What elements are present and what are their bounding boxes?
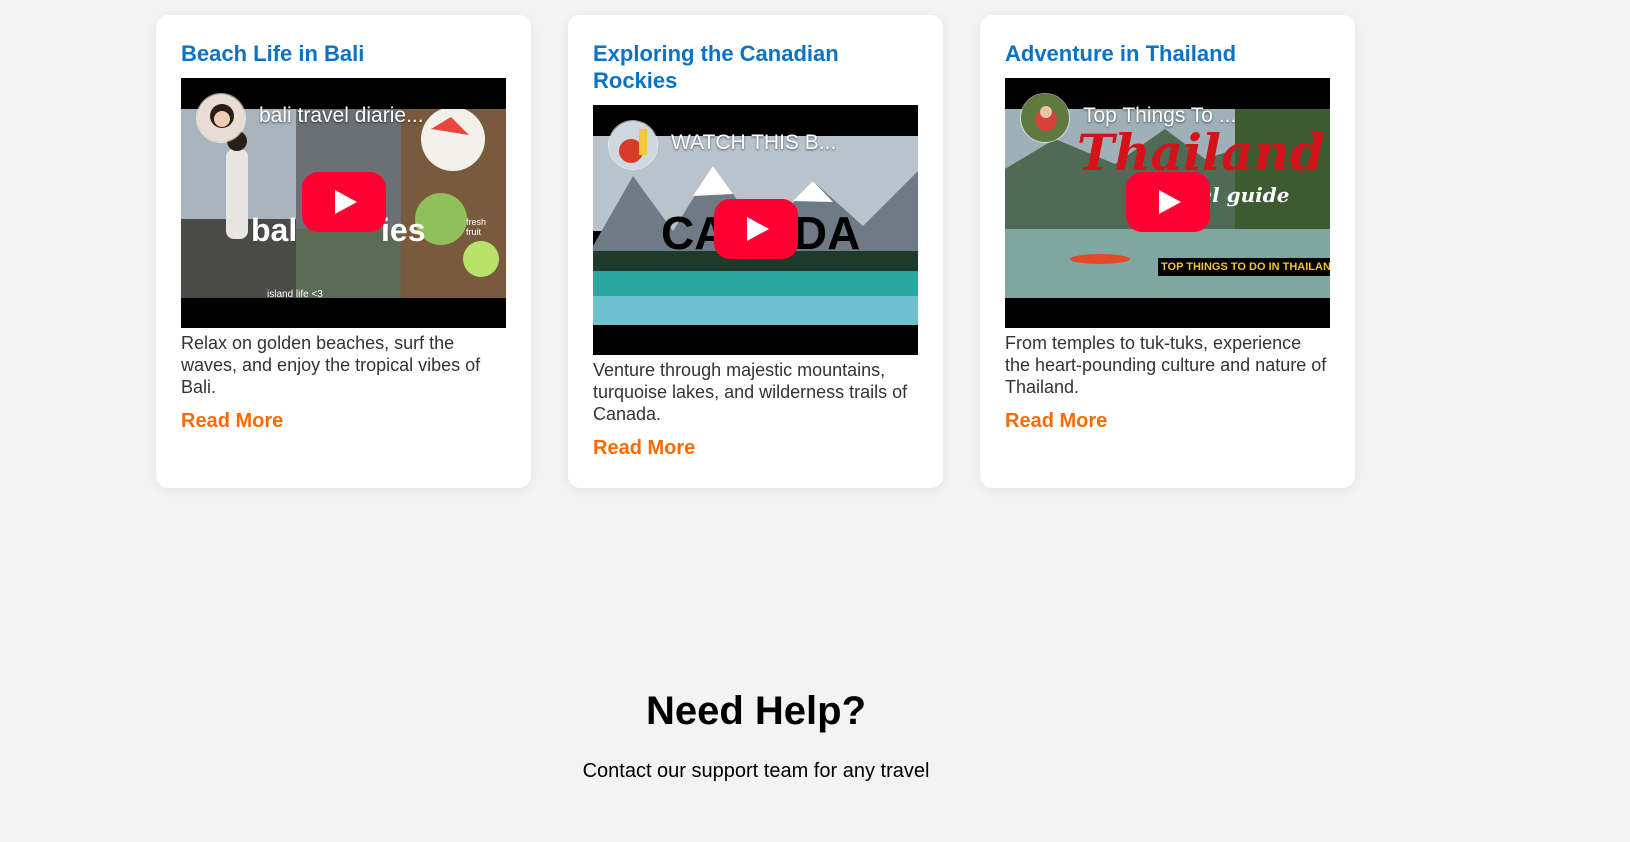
video-title[interactable]: WATCH THIS B... (671, 130, 836, 156)
thumbnail-title-left: bal (251, 212, 298, 248)
card-bali: Beach Life in Bali bal ies island life <… (156, 15, 531, 488)
play-button[interactable] (714, 199, 798, 259)
channel-avatar[interactable] (196, 93, 246, 143)
help-section: Need Help? Contact our support team for … (0, 688, 1512, 783)
thumbnail-side-note: fresh fruit (466, 217, 487, 237)
card-title: Adventure in Thailand (1005, 41, 1237, 66)
video-title[interactable]: bali travel diarie... (259, 103, 424, 129)
thumbnail-title-right: ies (381, 212, 426, 248)
video-embed[interactable]: Thailand travel guide TOP THINGS TO DO I… (1005, 78, 1330, 328)
read-more-link[interactable]: Read More (181, 410, 283, 433)
card-description: Venture through majestic mountains, turq… (593, 360, 908, 424)
channel-avatar[interactable] (1020, 93, 1070, 143)
card-description: Relax on golden beaches, surf the waves,… (181, 333, 481, 397)
video-title[interactable]: Top Things To ... (1083, 103, 1236, 129)
card-thailand: Adventure in Thailand Thailand travel gu… (980, 15, 1355, 488)
play-button[interactable] (302, 172, 386, 232)
video-embed[interactable]: CANADA WATCH THIS B... (593, 105, 918, 355)
read-more-link[interactable]: Read More (1005, 410, 1107, 433)
thumbnail-caption: TOP THINGS TO DO IN THAILAND (1158, 258, 1330, 276)
card-title: Beach Life in Bali (181, 41, 365, 66)
help-heading: Need Help? (645, 689, 867, 733)
video-embed[interactable]: bal ies island life <3 fresh fruit bali … (181, 78, 506, 328)
card-title: Exploring the Canadian Rockies (593, 41, 839, 93)
card-list: Beach Life in Bali bal ies island life <… (156, 15, 1355, 488)
card-canada: Exploring the Canadian Rockies CANADA WA… (568, 15, 943, 488)
card-description: From temples to tuk-tuks, experience the… (1005, 333, 1327, 397)
help-text: Contact our support team for any travel (582, 760, 930, 782)
read-more-link[interactable]: Read More (593, 437, 695, 460)
thumbnail-caption: island life <3 (267, 289, 323, 298)
play-button[interactable] (1126, 172, 1210, 232)
channel-avatar[interactable] (608, 120, 658, 170)
